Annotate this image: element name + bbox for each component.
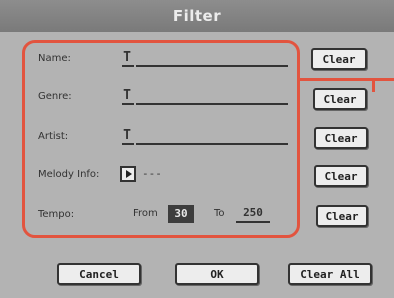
window-title: Filter [172,7,222,25]
title-bar: Filter [0,0,394,32]
highlight-connector-tick [372,78,375,92]
artist-label: Artist: [38,130,69,142]
tempo-label: Tempo: [38,208,75,220]
name-clear-button[interactable]: Clear [311,48,367,70]
cursor-underline [122,65,134,67]
tempo-to-field[interactable]: 250 [236,205,270,223]
text-cursor-icon: T [123,50,131,65]
clear-all-button[interactable]: Clear All [288,263,372,285]
artist-clear-button[interactable]: Clear [314,127,368,149]
artist-input[interactable]: T [120,127,288,145]
name-label: Name: [38,52,71,64]
genre-row: Genre: [38,85,118,107]
genre-input-underline [136,103,288,105]
cursor-underline [122,103,134,105]
melody-info-play-icon[interactable] [120,166,136,182]
cursor-underline [122,143,134,145]
cancel-button[interactable]: Cancel [57,263,141,285]
melody-info-row: Melody Info: [38,163,118,185]
genre-label: Genre: [38,90,72,102]
tempo-clear-button[interactable]: Clear [316,205,368,227]
genre-input[interactable]: T [120,87,288,105]
tempo-row: Tempo: [38,203,118,225]
name-input-underline [136,65,288,67]
name-row: Name: [38,47,118,69]
melody-info-value: --- [142,167,162,180]
tempo-from-label: From [133,208,158,219]
melody-info-clear-button[interactable]: Clear [314,165,368,187]
tempo-to-label: To [214,208,225,219]
artist-row: Artist: [38,125,118,147]
text-cursor-icon: T [123,128,131,143]
text-cursor-icon: T [123,88,131,103]
ok-button[interactable]: OK [175,263,259,285]
name-input[interactable]: T [120,49,288,67]
melody-info-label: Melody Info: [38,168,100,180]
genre-clear-button[interactable]: Clear [313,88,367,110]
highlight-connector-line [300,78,394,81]
artist-input-underline [136,143,288,145]
tempo-from-field[interactable]: 30 [168,205,194,223]
